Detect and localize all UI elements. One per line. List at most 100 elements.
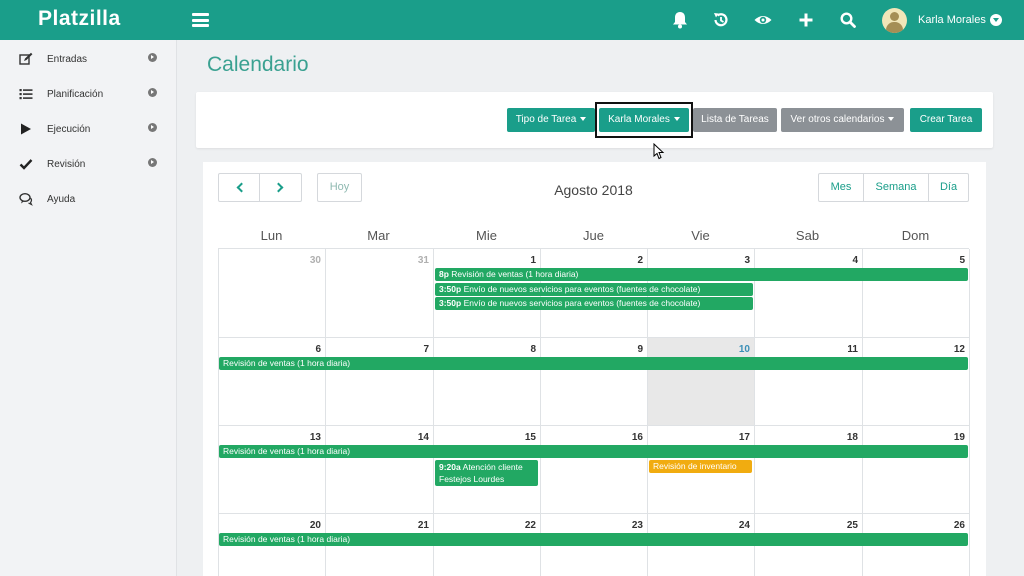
event-envio-servicios[interactable]: 3:50p Envío de nuevos servicios para eve…: [435, 297, 753, 310]
eye-icon[interactable]: [753, 10, 773, 30]
day-number[interactable]: 16: [632, 432, 643, 443]
day-cell[interactable]: 13: [219, 426, 326, 514]
day-cell[interactable]: 7: [326, 338, 434, 426]
day-cell[interactable]: 19: [863, 426, 970, 514]
day-number[interactable]: 22: [525, 520, 536, 531]
avatar[interactable]: [882, 8, 907, 33]
day-cell[interactable]: 6: [219, 338, 326, 426]
user-name[interactable]: Karla Morales: [918, 14, 986, 26]
view-week-button[interactable]: Semana: [864, 174, 929, 201]
caret-down-icon: [580, 117, 587, 122]
day-number[interactable]: 19: [954, 432, 965, 443]
otros-calendarios-dropdown[interactable]: Ver otros calendarios: [781, 108, 904, 132]
caret-down-icon: [888, 117, 895, 122]
day-number[interactable]: 25: [847, 520, 858, 531]
view-switcher: Mes Semana Día: [818, 173, 969, 202]
day-cell[interactable]: 30: [219, 249, 326, 338]
bell-icon[interactable]: [670, 10, 690, 30]
tipo-tarea-dropdown[interactable]: Tipo de Tarea: [507, 108, 595, 132]
day-number[interactable]: 2: [637, 255, 643, 266]
day-cell[interactable]: 8: [434, 338, 541, 426]
day-number[interactable]: 4: [852, 255, 858, 266]
day-number[interactable]: 13: [310, 432, 321, 443]
chevron-right-icon: [273, 182, 284, 193]
day-cell[interactable]: 12: [863, 338, 970, 426]
plus-icon[interactable]: [796, 10, 816, 30]
day-number[interactable]: 20: [310, 520, 321, 531]
day-cell[interactable]: 10: [648, 338, 755, 426]
day-number[interactable]: 17: [739, 432, 750, 443]
calendar-title: Agosto 2018: [554, 182, 633, 198]
day-number[interactable]: 21: [418, 520, 429, 531]
sidebar-item-ayuda[interactable]: Ayuda: [0, 184, 177, 214]
search-icon[interactable]: [838, 10, 858, 30]
event-atencion-cliente[interactable]: 9:20a Atención cliente Festejos Lourdes: [435, 460, 538, 486]
chevron-right-icon: [148, 53, 157, 62]
history-icon[interactable]: [711, 10, 731, 30]
list-icon: [19, 89, 33, 100]
day-number[interactable]: 1: [530, 255, 536, 266]
crear-tarea-button[interactable]: Crear Tarea: [910, 108, 982, 132]
chevron-down-icon[interactable]: [990, 14, 1002, 26]
sidebar-item-planificacion[interactable]: Planificación: [0, 79, 177, 109]
day-number[interactable]: 12: [954, 344, 965, 355]
sidebar-item-entradas[interactable]: Entradas: [0, 44, 177, 74]
day-number[interactable]: 14: [418, 432, 429, 443]
day-number[interactable]: 7: [423, 344, 429, 355]
day-header-wed: Mie: [476, 228, 497, 243]
menu-icon[interactable]: [192, 13, 209, 27]
sidebar: Entradas Planificación Ejecución Revisió…: [0, 40, 177, 576]
top-navbar: Platzilla Karla Morales: [0, 0, 1024, 40]
event-revision-ventas[interactable]: Revisión de ventas (1 hora diaria): [219, 357, 968, 370]
day-number[interactable]: 9: [637, 344, 643, 355]
day-number[interactable]: 11: [847, 344, 858, 355]
day-header-sun: Dom: [901, 228, 930, 243]
sidebar-item-label: Ejecución: [47, 124, 91, 135]
day-cell[interactable]: 9: [541, 338, 648, 426]
day-number[interactable]: 6: [315, 344, 321, 355]
today-button[interactable]: Hoy: [317, 173, 362, 202]
day-number[interactable]: 5: [959, 255, 965, 266]
prev-month-button[interactable]: [219, 174, 260, 201]
view-day-button[interactable]: Día: [929, 174, 968, 201]
day-number[interactable]: 24: [739, 520, 750, 531]
day-number[interactable]: 3: [744, 255, 750, 266]
play-icon: [21, 123, 31, 135]
day-number[interactable]: 23: [632, 520, 643, 531]
calendar-nav: [218, 173, 302, 202]
event-envio-servicios[interactable]: 3:50p Envío de nuevos servicios para eve…: [435, 283, 753, 296]
day-cell[interactable]: 31: [326, 249, 434, 338]
event-revision-inventario[interactable]: Revisión de inventario: [649, 460, 752, 473]
view-month-button[interactable]: Mes: [819, 174, 864, 201]
sidebar-item-revision[interactable]: Revisión: [0, 149, 177, 179]
day-number[interactable]: 31: [418, 255, 429, 266]
day-number[interactable]: 8: [530, 344, 536, 355]
day-number[interactable]: 10: [739, 344, 750, 355]
pencil-square-icon: [19, 52, 33, 65]
day-cell[interactable]: 18: [755, 426, 863, 514]
chevron-right-icon: [148, 123, 157, 132]
caret-down-icon: [673, 117, 680, 122]
event-revision-ventas[interactable]: Revisión de ventas (1 hora diaria): [219, 445, 968, 458]
chevron-right-icon: [148, 158, 157, 167]
day-header-sat: Sab: [795, 228, 820, 243]
mouse-cursor-icon: [653, 143, 665, 160]
chevron-left-icon: [236, 182, 247, 193]
sidebar-item-ejecucion[interactable]: Ejecución: [0, 114, 177, 144]
event-revision-ventas[interactable]: Revisión de ventas (1 hora diaria): [219, 533, 968, 546]
event-revision-ventas[interactable]: 8p Revisión de ventas (1 hora diaria): [435, 268, 968, 281]
day-number[interactable]: 18: [847, 432, 858, 443]
user-filter-dropdown[interactable]: Karla Morales: [599, 108, 689, 132]
day-cell[interactable]: 4: [755, 249, 863, 338]
sidebar-item-label: Planificación: [47, 89, 104, 100]
app-logo[interactable]: Platzilla: [38, 7, 121, 31]
next-month-button[interactable]: [260, 174, 301, 201]
day-number[interactable]: 30: [310, 255, 321, 266]
lista-tareas-button[interactable]: Lista de Tareas: [693, 108, 777, 132]
day-cell[interactable]: 16: [541, 426, 648, 514]
day-number[interactable]: 26: [954, 520, 965, 531]
day-cell[interactable]: 14: [326, 426, 434, 514]
day-number[interactable]: 15: [525, 432, 536, 443]
day-cell[interactable]: 5: [863, 249, 970, 338]
day-cell[interactable]: 11: [755, 338, 863, 426]
